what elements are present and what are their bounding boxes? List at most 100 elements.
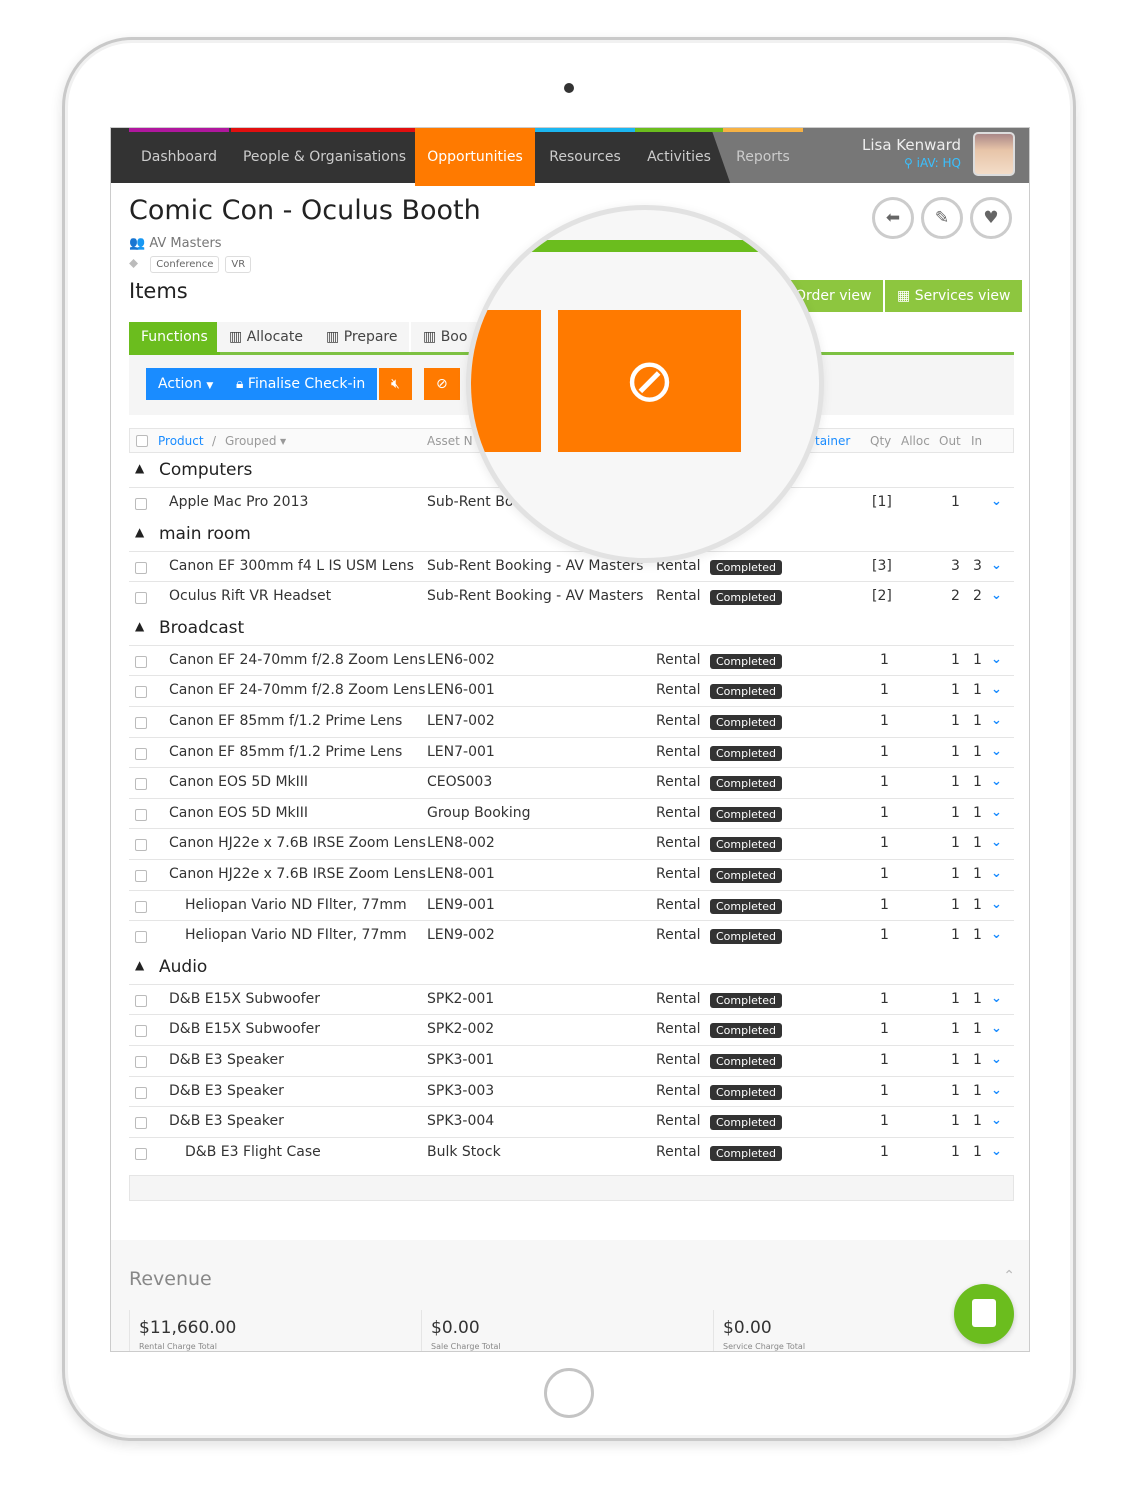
row-checkbox[interactable]: [135, 1117, 147, 1130]
row-checkbox[interactable]: [135, 498, 147, 510]
product-name[interactable]: Canon HJ22e x 7.6B IRSE Zoom Lens: [169, 835, 426, 851]
row-checkbox[interactable]: [135, 778, 147, 791]
row-checkbox[interactable]: [135, 655, 147, 668]
table-row[interactable]: D&B E15X Subwoofer SPK2-002 Rental Complete…: [129, 1014, 1014, 1045]
chevron-down-icon[interactable]: ⌄: [991, 1052, 1002, 1067]
services-view-button[interactable]: ▦ Services view: [885, 280, 1023, 312]
group-header[interactable]: ▲ Audio: [129, 951, 1014, 984]
product-name[interactable]: D&B E15X Subwoofer: [169, 991, 320, 1007]
tab-functions[interactable]: Functions: [129, 322, 220, 355]
chat-button[interactable]: [954, 1284, 1014, 1344]
table-row[interactable]: Canon HJ22e x 7.6B IRSE Zoom Lens LEN8-00…: [129, 858, 1014, 890]
row-checkbox[interactable]: [135, 686, 147, 699]
back-button[interactable]: ⬅: [872, 197, 914, 239]
chevron-down-icon[interactable]: ⌄: [991, 991, 1002, 1006]
table-row[interactable]: D&B E3 Speaker SPK3-004 Rental Completed 1 1 1…: [129, 1106, 1014, 1137]
chevron-down-icon[interactable]: ⌄: [991, 652, 1002, 667]
avatar[interactable]: [973, 132, 1015, 176]
product-name[interactable]: Canon HJ22e x 7.6B IRSE Zoom Lens: [169, 866, 426, 882]
chevron-down-icon[interactable]: ⌄: [991, 558, 1002, 573]
nav-opportunities[interactable]: Opportunities: [415, 128, 535, 186]
chevron-down-icon[interactable]: ⌄: [991, 1144, 1002, 1159]
chevron-down-icon[interactable]: ⌄: [991, 494, 1002, 509]
row-checkbox[interactable]: [135, 561, 147, 574]
chevron-down-icon[interactable]: ⌄: [991, 682, 1002, 697]
group-header[interactable]: ▲ Broadcast: [129, 612, 1014, 645]
mute-button[interactable]: 🔇︎: [379, 368, 412, 400]
tab-prepare[interactable]: ▥ Prepare: [314, 322, 410, 352]
favourite-button[interactable]: ♥: [970, 197, 1012, 239]
table-row[interactable]: Canon HJ22e x 7.6B IRSE Zoom Lens LEN8-00…: [129, 828, 1014, 859]
table-row[interactable]: Oculus Rift VR Headset Sub-Rent Booking -…: [129, 581, 1014, 612]
nav-reports[interactable]: Reports: [723, 128, 803, 183]
hide-button[interactable]: ⊘: [424, 368, 460, 400]
table-row[interactable]: Canon EF 85mm f/1.2 Prime Lens LEN7-002 Re…: [129, 705, 1014, 737]
row-checkbox[interactable]: [135, 1055, 147, 1068]
table-row[interactable]: Canon EF 85mm f/1.2 Prime Lens LEN7-001 Re…: [129, 736, 1014, 768]
row-checkbox[interactable]: [135, 931, 147, 944]
nav-people-organisations[interactable]: People & Organisations: [231, 128, 418, 183]
nav-dashboard[interactable]: Dashboard: [129, 128, 229, 183]
product-name[interactable]: Heliopan Vario ND FIlter, 77mm: [185, 897, 407, 913]
product-name[interactable]: Canon EF 24-70mm f/2.8 Zoom Lens: [169, 682, 425, 698]
row-checkbox[interactable]: [135, 900, 147, 913]
chevron-down-icon[interactable]: ⌄: [991, 774, 1002, 789]
table-row[interactable]: Heliopan Vario ND FIlter, 77mm LEN9-001 Re…: [129, 889, 1014, 921]
grouped-dropdown[interactable]: Grouped: [225, 434, 277, 448]
chevron-down-icon[interactable]: ⌄: [991, 1083, 1002, 1098]
finalise-check-in-button[interactable]: 🔒︎ Finalise Check-in: [224, 368, 378, 400]
product-name[interactable]: D&B E3 Speaker: [169, 1083, 284, 1099]
chevron-down-icon[interactable]: ⌄: [991, 1113, 1002, 1128]
row-checkbox[interactable]: [135, 994, 147, 1007]
chevron-down-icon[interactable]: ⌄: [991, 713, 1002, 728]
chevron-down-icon[interactable]: ⌄: [991, 866, 1002, 881]
table-row[interactable]: D&B E3 Speaker SPK3-003 Rental Completed 1 1 1…: [129, 1075, 1014, 1107]
select-all-checkbox[interactable]: [136, 435, 148, 447]
product-name[interactable]: D&B E3 Flight Case: [185, 1144, 321, 1160]
table-row[interactable]: D&B E3 Speaker SPK3-001 Rental Completed 1 1 1…: [129, 1044, 1014, 1076]
row-checkbox[interactable]: [135, 592, 147, 605]
chevron-down-icon[interactable]: ⌄: [991, 744, 1002, 759]
product-name[interactable]: Apple Mac Pro 2013: [169, 494, 308, 510]
product-name[interactable]: Canon EOS 5D MkIII: [169, 805, 308, 821]
product-name[interactable]: Canon EF 85mm f/1.2 Prime Lens: [169, 744, 402, 760]
chevron-down-icon[interactable]: ⌄: [991, 897, 1002, 912]
chevron-down-icon[interactable]: ⌄: [991, 927, 1002, 942]
container-header[interactable]: tainer: [815, 434, 850, 448]
product-sort[interactable]: Product: [158, 434, 204, 448]
table-row[interactable]: Canon EF 300mm f4 L IS USM Lens Sub-Rent …: [129, 550, 1014, 582]
table-row[interactable]: Heliopan Vario ND FIlter, 77mm LEN9-002 Re…: [129, 920, 1014, 951]
user-info[interactable]: Lisa Kenward ⚲ iAV: HQ: [862, 136, 961, 170]
chevron-down-icon[interactable]: ⌄: [991, 1021, 1002, 1036]
product-name[interactable]: Canon EF 85mm f/1.2 Prime Lens: [169, 713, 402, 729]
table-row[interactable]: Canon EOS 5D MkIII CEOS003 Rental Completed…: [129, 767, 1014, 798]
product-name[interactable]: Canon EF 24-70mm f/2.8 Zoom Lens: [169, 652, 425, 668]
nav-resources[interactable]: Resources: [535, 128, 635, 183]
row-checkbox[interactable]: [135, 716, 147, 729]
table-row[interactable]: Canon EOS 5D MkIII Group Booking Rental Com…: [129, 797, 1014, 829]
row-checkbox[interactable]: [135, 1086, 147, 1099]
product-name[interactable]: Canon EOS 5D MkIII: [169, 774, 308, 790]
product-name[interactable]: Oculus Rift VR Headset: [169, 588, 331, 604]
table-row[interactable]: D&B E15X Subwoofer SPK2-001 Rental Complete…: [129, 983, 1014, 1015]
collapse-icon[interactable]: ⌃: [1003, 1268, 1015, 1284]
table-row[interactable]: Canon EF 24-70mm f/2.8 Zoom Lens LEN6-001…: [129, 675, 1014, 706]
chevron-down-icon[interactable]: ⌄: [991, 835, 1002, 850]
tab-allocate[interactable]: ▥ Allocate: [217, 322, 315, 352]
row-checkbox[interactable]: [135, 839, 147, 852]
row-checkbox[interactable]: [135, 1147, 147, 1160]
table-row[interactable]: Canon EF 24-70mm f/2.8 Zoom Lens LEN6-002…: [129, 644, 1014, 676]
row-checkbox[interactable]: [135, 869, 147, 882]
product-name[interactable]: Heliopan Vario ND FIlter, 77mm: [185, 927, 407, 943]
tag[interactable]: VR: [225, 256, 252, 273]
chevron-down-icon[interactable]: ⌄: [991, 588, 1002, 603]
row-checkbox[interactable]: [135, 808, 147, 821]
edit-button[interactable]: ✎: [921, 197, 963, 239]
table-row[interactable]: D&B E3 Flight Case Bulk Stock Rental Comple…: [129, 1136, 1014, 1168]
product-name[interactable]: D&B E3 Speaker: [169, 1113, 284, 1129]
nav-activities[interactable]: Activities: [635, 128, 723, 183]
organisation-link[interactable]: AV Masters: [149, 236, 221, 251]
product-name[interactable]: D&B E15X Subwoofer: [169, 1021, 320, 1037]
chevron-down-icon[interactable]: ⌄: [991, 805, 1002, 820]
product-name[interactable]: Canon EF 300mm f4 L IS USM Lens: [169, 558, 414, 574]
